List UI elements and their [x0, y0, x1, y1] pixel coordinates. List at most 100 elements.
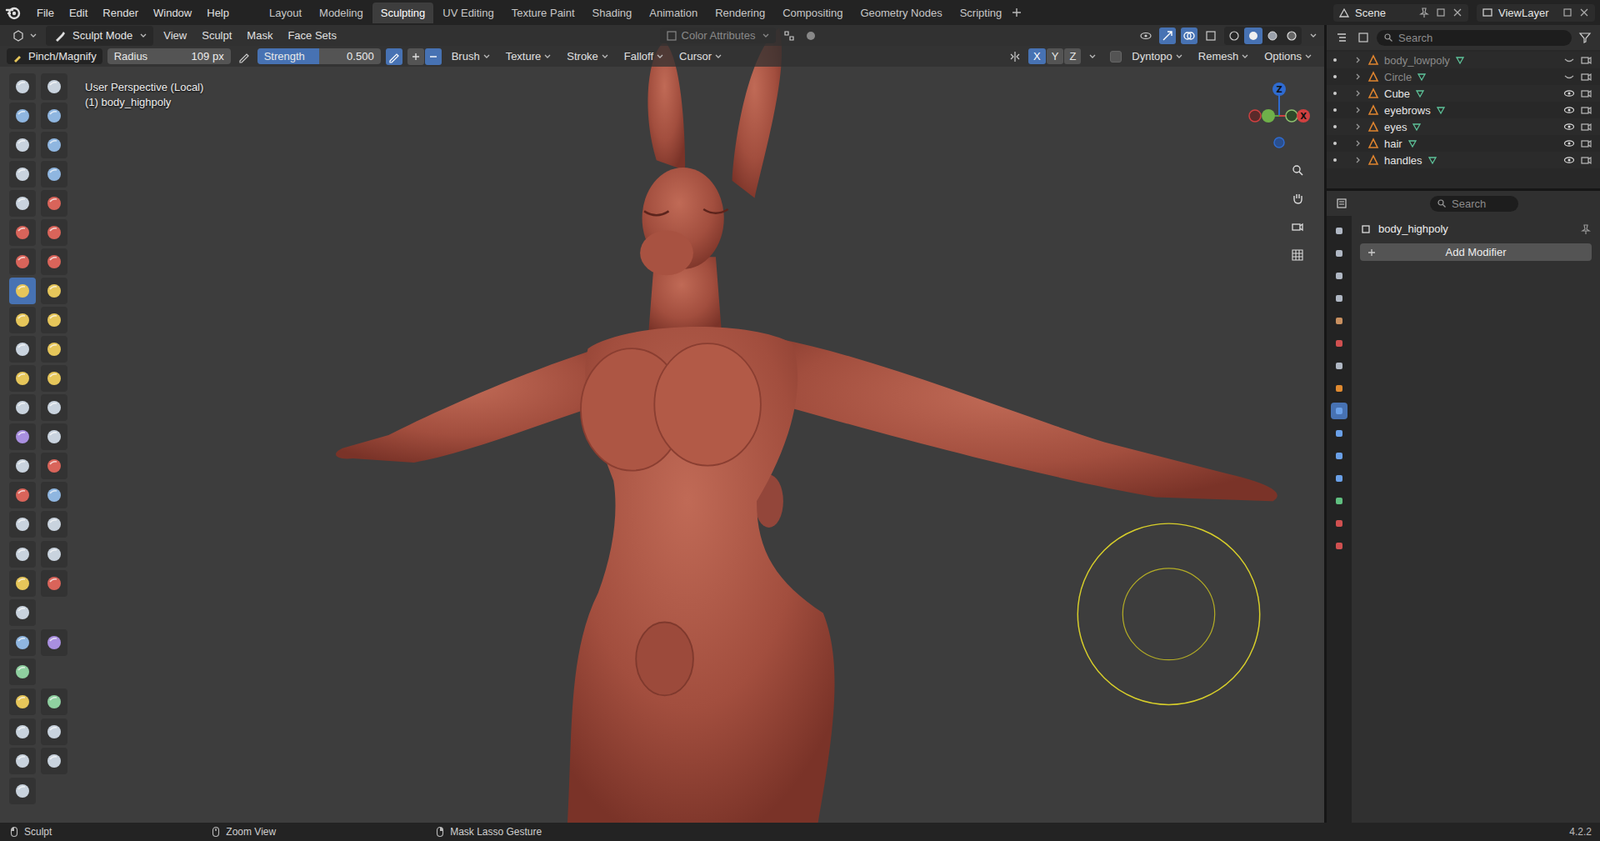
- pressure-pen-icon[interactable]: [385, 48, 403, 65]
- overlay-toggle-icon[interactable]: [1180, 27, 1198, 45]
- tool-button[interactable]: [40, 365, 68, 392]
- tool-button[interactable]: [9, 658, 36, 685]
- shading-mode-button[interactable]: [1263, 27, 1282, 45]
- tool-button[interactable]: [40, 190, 68, 217]
- zoom-button[interactable]: [1285, 158, 1310, 182]
- tool-button[interactable]: [40, 629, 68, 656]
- expand-arrow-icon[interactable]: [1354, 89, 1363, 98]
- shading-mode-button[interactable]: [1282, 27, 1301, 45]
- pressure-pen-icon[interactable]: [235, 48, 253, 65]
- shading-mode-button[interactable]: [1225, 27, 1244, 45]
- tool-settings-menu[interactable]: Brush: [446, 48, 496, 65]
- color-attributes-dropdown[interactable]: Color Attributes: [660, 27, 777, 44]
- dyntopo-menu[interactable]: Dyntopo: [1126, 48, 1188, 65]
- tool-button[interactable]: [40, 747, 68, 775]
- tool-button[interactable]: [40, 306, 68, 334]
- outliner-search[interactable]: Search: [1376, 30, 1572, 46]
- render-camera-icon[interactable]: [1580, 70, 1592, 83]
- main-menu-item[interactable]: Render: [95, 4, 145, 22]
- tool-button[interactable]: [40, 248, 68, 275]
- properties-tab[interactable]: [1330, 447, 1348, 465]
- tool-button[interactable]: [40, 73, 68, 100]
- tool-button[interactable]: [40, 688, 68, 715]
- tool-button[interactable]: [9, 570, 36, 597]
- main-menu-item[interactable]: Edit: [62, 4, 95, 22]
- render-camera-icon[interactable]: [1580, 104, 1592, 116]
- eye-icon[interactable]: [1563, 137, 1575, 150]
- outliner-row[interactable]: body_lowpoly: [1326, 51, 1600, 69]
- properties-tab[interactable]: [1330, 290, 1348, 307]
- tool-button[interactable]: [9, 540, 36, 568]
- properties-tab[interactable]: [1330, 312, 1348, 330]
- symmetry-axis-button[interactable]: Y: [1046, 48, 1065, 65]
- tool-button[interactable]: [40, 510, 68, 538]
- viewport-menu[interactable]: Face Sets: [282, 27, 342, 44]
- perspective-toggle-button[interactable]: [1285, 243, 1310, 267]
- display-mode-icon[interactable]: [1355, 29, 1372, 46]
- strength-slider[interactable]: Strength0.500: [257, 48, 381, 65]
- viewport-menu[interactable]: Mask: [241, 27, 278, 44]
- workspace-tab[interactable]: Texture Paint: [503, 2, 584, 24]
- expand-arrow-icon[interactable]: [1354, 139, 1363, 148]
- expand-arrow-icon[interactable]: [1354, 155, 1363, 165]
- main-menu-item[interactable]: Window: [146, 4, 199, 22]
- properties-tab[interactable]: [1330, 537, 1348, 555]
- tool-button[interactable]: [9, 160, 36, 188]
- tool-button[interactable]: [9, 365, 36, 392]
- tool-button[interactable]: [40, 131, 68, 159]
- properties-search[interactable]: Search: [1430, 195, 1519, 212]
- workspace-tab[interactable]: Scripting: [951, 2, 1011, 24]
- close-icon[interactable]: [1451, 6, 1464, 19]
- filter-icon[interactable]: [1576, 29, 1594, 46]
- render-camera-icon[interactable]: [1580, 54, 1592, 66]
- main-menu-item[interactable]: Help: [200, 4, 236, 22]
- tool-button[interactable]: [9, 510, 36, 538]
- add-modifier-button[interactable]: Add Modifier: [1360, 243, 1592, 261]
- tool-settings-menu[interactable]: Cursor: [674, 48, 728, 65]
- radius-field[interactable]: Radius109 px: [107, 48, 231, 65]
- tool-button[interactable]: [9, 747, 36, 775]
- tool-button[interactable]: [40, 540, 68, 568]
- mode-dropdown[interactable]: Sculpt Mode: [45, 25, 154, 46]
- tool-button[interactable]: [9, 306, 36, 334]
- tool-button[interactable]: [9, 219, 36, 246]
- outliner-row[interactable]: eyes: [1326, 118, 1600, 135]
- xray-toggle-icon[interactable]: [1202, 27, 1220, 45]
- tool-settings-menu[interactable]: Falloff: [619, 48, 670, 65]
- chevron-down-icon[interactable]: [1309, 31, 1318, 40]
- outliner-editor-icon[interactable]: [1333, 29, 1350, 46]
- subtract-direction-button[interactable]: [425, 48, 442, 65]
- tool-button[interactable]: [9, 718, 36, 745]
- workspace-tab[interactable]: Geometry Nodes: [851, 2, 950, 24]
- tool-button[interactable]: [9, 423, 36, 450]
- eye-closed-icon[interactable]: [1563, 54, 1575, 66]
- workspace-tab[interactable]: Shading: [584, 2, 641, 24]
- new-view-layer-icon[interactable]: [1561, 6, 1574, 19]
- sculpt-model-canvas[interactable]: [0, 25, 1325, 823]
- pin-icon[interactable]: [1418, 6, 1430, 19]
- workspace-tab[interactable]: Rendering: [706, 2, 774, 24]
- blender-logo-icon[interactable]: [5, 4, 22, 21]
- shading-icon[interactable]: [802, 27, 820, 45]
- tool-button[interactable]: [40, 570, 68, 597]
- eye-icon[interactable]: [1563, 120, 1575, 133]
- shading-mode-button[interactable]: [1244, 27, 1263, 45]
- pan-button[interactable]: [1285, 186, 1310, 210]
- render-camera-icon[interactable]: [1580, 87, 1592, 100]
- tool-button[interactable]: [40, 394, 68, 421]
- properties-editor-icon[interactable]: [1333, 195, 1350, 212]
- tool-settings-menu[interactable]: Remesh: [1193, 48, 1255, 65]
- render-camera-icon[interactable]: [1580, 120, 1592, 133]
- render-camera-icon[interactable]: [1580, 137, 1592, 150]
- transform-pivot-icon[interactable]: [780, 27, 798, 45]
- add-workspace-icon[interactable]: [1010, 6, 1023, 19]
- tool-button[interactable]: [40, 481, 68, 509]
- properties-tab[interactable]: [1330, 402, 1348, 420]
- properties-tab[interactable]: [1330, 267, 1348, 285]
- tool-button[interactable]: [9, 452, 36, 480]
- gizmo-toggle-icon[interactable]: [1159, 27, 1176, 45]
- expand-arrow-icon[interactable]: [1354, 105, 1363, 115]
- tool-button[interactable]: [9, 73, 36, 100]
- workspace-tab[interactable]: Sculpting: [372, 2, 434, 24]
- outliner-row[interactable]: Circle: [1326, 68, 1600, 85]
